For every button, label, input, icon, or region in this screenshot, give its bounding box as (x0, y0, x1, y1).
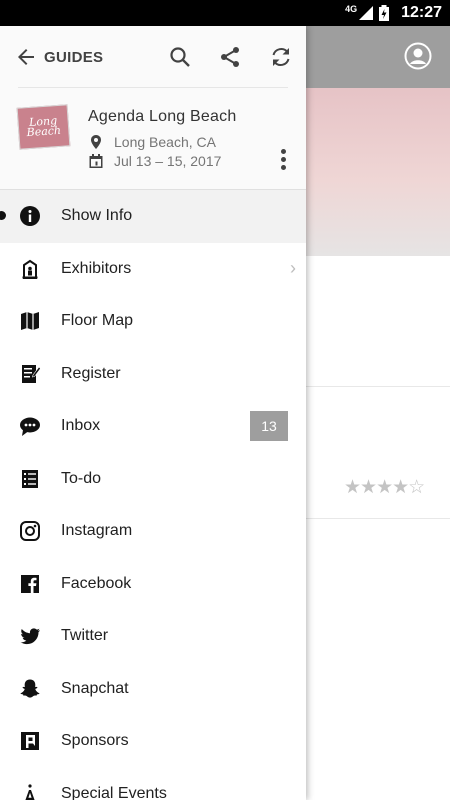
more-vert-icon-dot (280, 156, 286, 162)
chevron-right-icon: › (290, 258, 296, 279)
background-divider (306, 386, 450, 387)
snapchat-icon (19, 678, 41, 700)
inbox-icon (19, 415, 41, 437)
event-title: Agenda Long Beach (88, 108, 237, 125)
background-rating: ★★★★☆ (344, 477, 425, 498)
navigation-drawer: GUIDES Long Beach Agenda Long Beach Long… (0, 26, 306, 800)
menu-item-label: Special Events (61, 784, 167, 800)
menu-item-label: Facebook (61, 574, 132, 592)
menu-item-label: To-do (61, 469, 102, 487)
drawer-toolbar: GUIDES (0, 26, 306, 88)
menu-item-label: Snapchat (61, 679, 129, 697)
menu-item-floor-map[interactable]: Floor Map (0, 295, 306, 348)
facebook-icon (19, 573, 41, 595)
header-divider (18, 87, 288, 88)
menu-item-sponsors[interactable]: Sponsors (0, 715, 306, 768)
menu-item-instagram[interactable]: Instagram (0, 505, 306, 558)
more-vert-icon (280, 148, 286, 154)
battery-icon (379, 5, 390, 21)
menu-item-twitter[interactable]: Twitter (0, 610, 306, 663)
menu-item-register[interactable]: Register (0, 348, 306, 401)
calendar-icon (89, 154, 103, 168)
map-icon (19, 310, 41, 332)
search-icon (170, 47, 190, 67)
menu-item-label: Exhibitors (61, 259, 132, 277)
background-divider (306, 518, 450, 519)
back-label: GUIDES (44, 48, 104, 66)
event-logo: Long Beach (16, 104, 71, 150)
network-type: 4G (345, 4, 358, 14)
todo-icon (19, 468, 41, 490)
menu-item-label: Register (61, 364, 121, 382)
clock: 12:27 (401, 4, 442, 21)
event-location: Long Beach, CA (114, 134, 216, 150)
menu-item-label: Instagram (61, 522, 133, 540)
menu-item-inbox[interactable]: Inbox 13 (0, 400, 306, 453)
status-bar: 4G 12:27 (0, 0, 450, 26)
special-events-icon (19, 783, 41, 800)
share-icon (221, 47, 239, 67)
drawer-menu: Show Info Exhibitors › Floor Map Registe… (0, 190, 306, 800)
menu-item-special-events[interactable]: Special Events (0, 768, 306, 800)
menu-item-todo[interactable]: To-do (0, 453, 306, 506)
arrow-back-icon (18, 49, 34, 65)
event-location-row: Long Beach, CA (88, 134, 216, 150)
menu-item-label: Floor Map (61, 312, 134, 330)
exhibitors-icon (19, 258, 41, 280)
event-dates: Jul 13 – 15, 2017 (114, 153, 222, 169)
signal-icon (359, 6, 374, 20)
sponsors-icon (19, 730, 41, 752)
more-vert-icon-dot (280, 164, 286, 170)
share-button[interactable] (216, 43, 244, 71)
more-options-button[interactable] (272, 145, 294, 173)
info-icon (19, 205, 41, 227)
instagram-icon (19, 520, 41, 542)
active-indicator (0, 211, 6, 220)
menu-item-snapchat[interactable]: Snapchat (0, 663, 306, 716)
inbox-count-badge: 13 (250, 411, 288, 441)
drawer-header: GUIDES Long Beach Agenda Long Beach Long… (0, 26, 306, 190)
location-pin-icon (91, 135, 101, 149)
event-logo-text: Long Beach (26, 114, 62, 140)
menu-item-label: Inbox (61, 417, 101, 435)
refresh-button[interactable] (267, 43, 295, 71)
menu-item-label: Show Info (61, 207, 133, 225)
back-to-guides-button[interactable]: GUIDES (14, 43, 103, 71)
menu-item-facebook[interactable]: Facebook (0, 558, 306, 611)
register-icon (19, 363, 41, 385)
account-icon[interactable] (404, 42, 432, 70)
menu-item-show-info[interactable]: Show Info (0, 190, 306, 243)
twitter-icon (19, 625, 41, 647)
menu-item-exhibitors[interactable]: Exhibitors › (0, 243, 306, 296)
sync-icon (272, 48, 290, 66)
menu-item-label: Sponsors (61, 732, 129, 750)
menu-item-label: Twitter (61, 627, 109, 645)
event-dates-row: Jul 13 – 15, 2017 (88, 153, 221, 169)
search-button[interactable] (166, 43, 194, 71)
